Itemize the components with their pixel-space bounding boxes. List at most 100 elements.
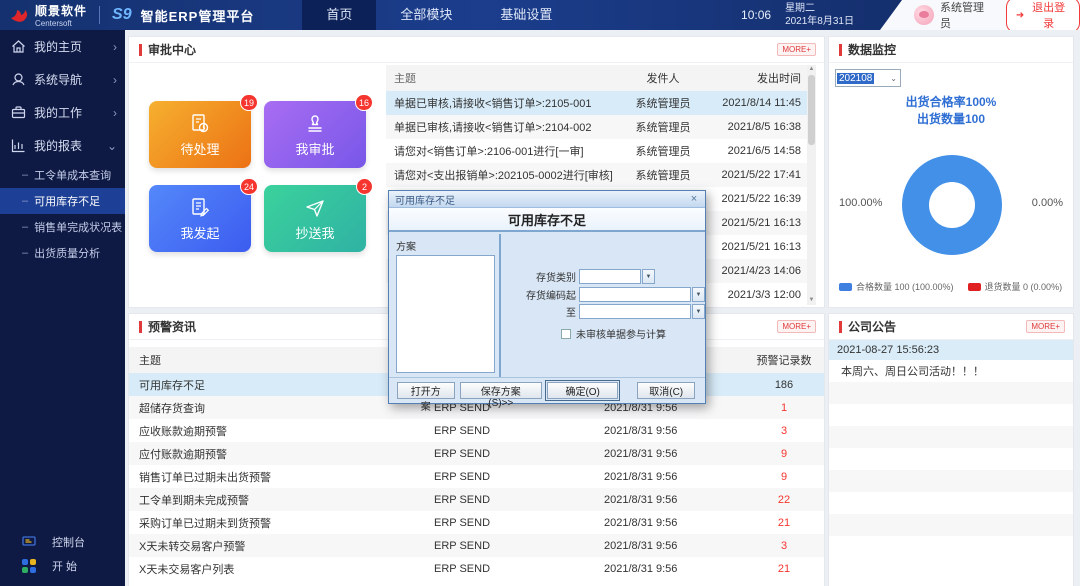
- unaudited-checkbox-label: 未审核单据参与计算: [576, 330, 666, 341]
- paper-plane-icon: [303, 196, 327, 220]
- approval-center-title: 审批中心: [139, 41, 196, 58]
- tile-cc-to-me[interactable]: 2 抄送我: [264, 178, 373, 252]
- alert-row[interactable]: 应收账款逾期预警 ERP SEND 2021/8/31 9:56 3: [129, 419, 824, 442]
- notice-content: 本周六、周日公司活动！！！: [841, 366, 984, 378]
- approval-more-button[interactable]: MORE+: [777, 43, 816, 56]
- date: 2021年8月31日: [785, 16, 854, 27]
- scroll-up-icon[interactable]: ▲: [807, 65, 816, 74]
- approval-scrollbar[interactable]: ▲ ▼: [807, 65, 816, 305]
- notice-more-button[interactable]: MORE+: [1026, 320, 1065, 333]
- start-button[interactable]: 开 始: [0, 554, 125, 578]
- open-scheme-button[interactable]: 打开方案: [397, 382, 455, 413]
- notice-date-row[interactable]: 2021-08-27 15:56:23: [829, 340, 1073, 360]
- alerts-more-button[interactable]: MORE+: [777, 320, 816, 333]
- sidebar: 我的主页 系统导航 我的工作 我的报表 工令单成本查询 可用库存不足 销售单: [0, 30, 125, 586]
- navigation-icon: [10, 71, 27, 88]
- code-from-input[interactable]: [579, 287, 691, 302]
- approval-table-header: 主题 发件人 发出时间: [386, 65, 807, 91]
- category-label: 存货类别: [536, 273, 576, 284]
- code-to-input[interactable]: [579, 304, 691, 319]
- alert-row[interactable]: 采购订单已过期未到货预警 ERP SEND 2021/8/31 9:56 21: [129, 511, 824, 534]
- approval-row[interactable]: 请您对<销售订单>:2106-001进行[一审] 系统管理员 2021/6/5 14…: [386, 139, 807, 163]
- alert-row[interactable]: 应付账款逾期预警 ERP SEND 2021/8/31 9:56 9: [129, 442, 824, 465]
- sidebar-subitem-workorder-cost[interactable]: 工令单成本查询: [0, 162, 125, 188]
- code-from-label: 存货编码起: [526, 291, 576, 302]
- alert-row[interactable]: X天未转交易客户预警 ERP SEND 2021/8/31 9:56 3: [129, 534, 824, 557]
- clock-area: 10:06 星期二 2021年8月31日: [741, 2, 880, 29]
- user-name: 系统管理员: [940, 2, 984, 30]
- donut-chart: [902, 155, 1002, 255]
- nav-all-modules[interactable]: 全部模块: [376, 0, 476, 30]
- chevron-down-icon: ⌄: [890, 73, 897, 83]
- scroll-thumb[interactable]: [808, 75, 815, 145]
- dialog-titlebar[interactable]: 可用库存不足: [389, 191, 705, 208]
- chevron-right-icon: [113, 106, 117, 120]
- legend-return-swatch: [967, 282, 981, 291]
- category-input[interactable]: [579, 269, 641, 284]
- product-name: 智能ERP管理平台: [140, 8, 255, 24]
- approval-row[interactable]: 请您对<支出报销单>:202105-0002进行[审核] 系统管理员 2021/5/…: [386, 163, 807, 187]
- donut-legend: 合格数量 100 (100.00%) 退货数量 0 (0.00%): [839, 280, 1062, 293]
- alerts-title: 预警资讯: [139, 318, 196, 335]
- alert-row[interactable]: 销售订单已过期未出货预警 ERP SEND 2021/8/31 9:56 9: [129, 465, 824, 488]
- brand: 顺景软件 Centersoft S9 智能ERP管理平台: [0, 3, 254, 28]
- unaudited-checkbox[interactable]: [561, 328, 571, 339]
- sidebar-subitem-shipment-quality[interactable]: 出货质量分析: [0, 240, 125, 266]
- divider: [99, 6, 101, 24]
- home-icon: [10, 38, 27, 55]
- stamp-icon: [303, 112, 327, 136]
- dialog-title: 可用库存不足: [395, 195, 455, 207]
- weekday: 星期二: [785, 2, 816, 14]
- category-picker-button[interactable]: [642, 269, 655, 284]
- logout-button[interactable]: ➜ 退出登录: [1005, 0, 1080, 30]
- cancel-button[interactable]: 取消(C): [637, 382, 695, 399]
- brand-name-en: Centersoft: [35, 18, 72, 28]
- user-avatar[interactable]: [914, 5, 934, 25]
- erp-dashboard: 顺景软件 Centersoft S9 智能ERP管理平台 首页 全部模块 基础设…: [0, 0, 1080, 586]
- shipment-qty-text: 出货数量100: [916, 112, 986, 126]
- scheme-listbox[interactable]: [396, 255, 495, 373]
- sidebar-item-reports[interactable]: 我的报表: [0, 129, 125, 162]
- tile-pending[interactable]: 19 待处理: [149, 94, 258, 168]
- product-logo: S9: [112, 6, 132, 23]
- sidebar-item-home[interactable]: 我的主页: [0, 30, 125, 63]
- ok-button[interactable]: 确定(O): [544, 380, 621, 401]
- code-to-picker-button[interactable]: [692, 304, 705, 319]
- user-area: 系统管理员 ➜ 退出登录: [880, 0, 1080, 30]
- my-approvals-count-badge: 16: [354, 94, 373, 111]
- tile-my-approvals[interactable]: 16 我审批: [264, 94, 373, 168]
- topbar: 顺景软件 Centersoft S9 智能ERP管理平台 首页 全部模块 基础设…: [0, 0, 1080, 30]
- approval-row[interactable]: 单据已审核,请接收<销售订单>:2105-001 系统管理员 2021/8/14 1…: [386, 91, 807, 115]
- sidebar-subitem-sales-completion[interactable]: 销售单完成状况表: [0, 214, 125, 240]
- dialog-heading: 可用库存不足: [389, 208, 705, 232]
- code-to-label: 至: [566, 308, 576, 319]
- sidebar-item-work[interactable]: 我的工作: [0, 96, 125, 129]
- period-select[interactable]: 202108 ⌄: [835, 69, 901, 87]
- console-icon: [22, 535, 36, 549]
- scroll-down-icon[interactable]: ▼: [807, 296, 816, 305]
- cc-count-badge: 2: [356, 178, 373, 195]
- sidebar-subitem-available-stock[interactable]: 可用库存不足: [0, 188, 125, 214]
- pending-count-badge: 19: [239, 94, 258, 111]
- nav-home[interactable]: 首页: [302, 0, 377, 30]
- chevron-down-icon: [107, 139, 117, 153]
- close-icon[interactable]: [687, 193, 701, 206]
- alert-row[interactable]: X天未交易客户列表 ERP SEND 2021/8/31 9:56 21: [129, 557, 824, 580]
- approval-row[interactable]: 单据已审核,请接收<销售订单>:2104-002 系统管理员 2021/8/5 16…: [386, 115, 807, 139]
- tile-initiated-by-me[interactable]: 24 我发起: [149, 178, 258, 252]
- period-value: 202108: [837, 72, 875, 84]
- console-button[interactable]: 控制台: [0, 530, 125, 554]
- company-notice-title: 公司公告: [839, 318, 896, 335]
- approval-tiles: 19 待处理 16 我审批 24 我发起 2 抄送我: [149, 94, 373, 252]
- start-grid-icon: [22, 559, 36, 573]
- donut-left-label: 100.00%: [839, 197, 883, 209]
- alert-row[interactable]: 工令单到期未完成预警 ERP SEND 2021/8/31 9:56 22: [129, 488, 824, 511]
- sidebar-item-navigation[interactable]: 系统导航: [0, 63, 125, 96]
- clock-time: 10:06: [741, 8, 772, 22]
- nav-base-settings[interactable]: 基础设置: [476, 0, 576, 30]
- initiated-count-badge: 24: [239, 178, 258, 195]
- save-scheme-button[interactable]: 保存方案(S)>>: [459, 382, 542, 409]
- scheme-label: 方案: [396, 242, 416, 253]
- chevron-right-icon: [113, 73, 117, 87]
- code-from-picker-button[interactable]: [692, 287, 705, 302]
